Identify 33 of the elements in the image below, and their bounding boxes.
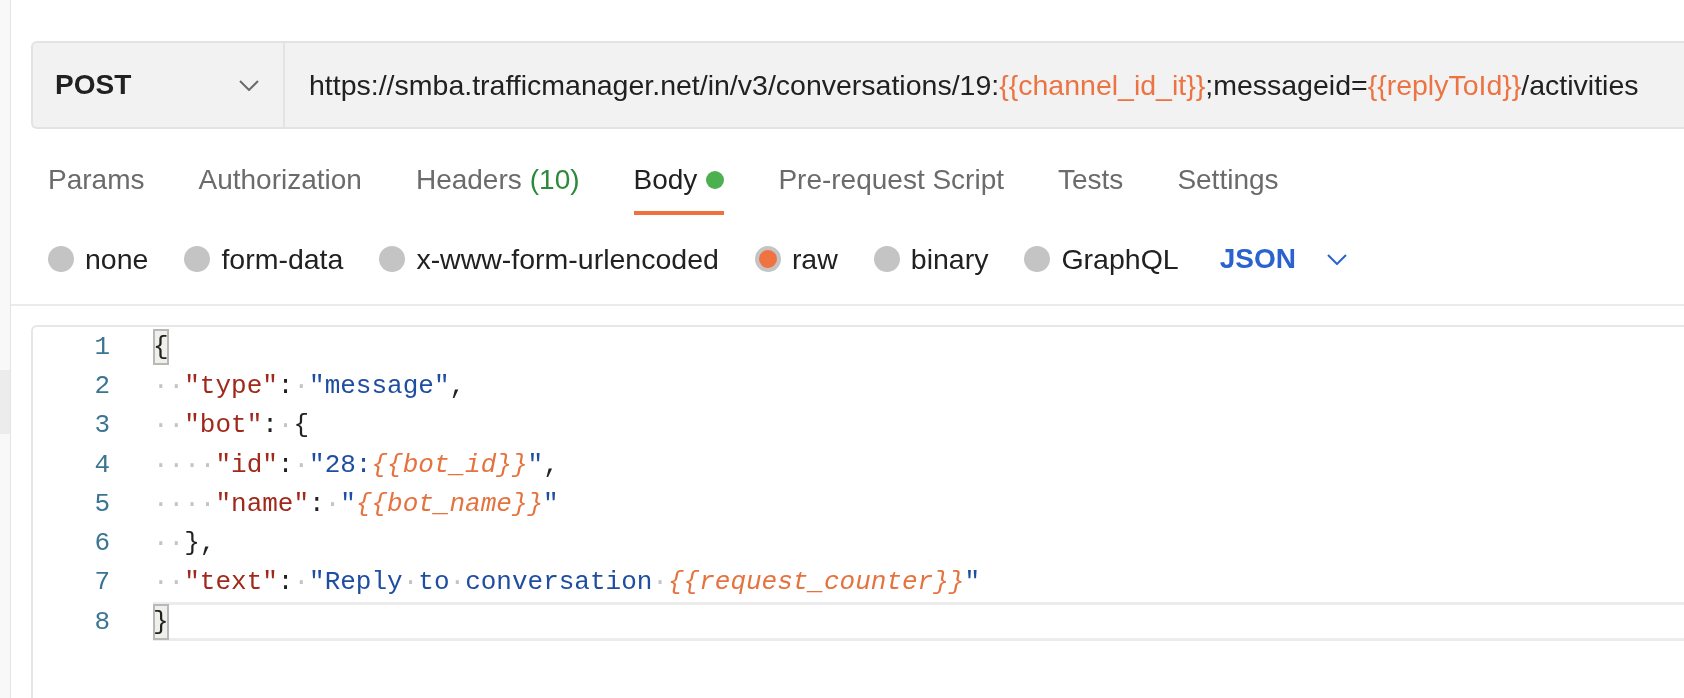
code-line: ····"name":·"{{bot_name}}"	[153, 487, 559, 521]
url-field[interactable]: https://smba.trafficmanager.net/in/v3/conversations/19:{{channel_id_it}};messageid={{replyToId}}/activities	[285, 43, 1684, 127]
tab[interactable]: Headers (10)	[415, 164, 580, 215]
line-number: 3	[94, 409, 110, 442]
chevron-down-icon	[239, 79, 259, 91]
radio-option[interactable]: form-data	[184, 243, 344, 275]
code-line: ··"type":·"message",	[153, 369, 466, 403]
code-line: ··"text":·"Reply·to·conversation·{{request_counter}}"	[153, 566, 981, 600]
code-editor[interactable]: 1 { 2 ··"type":·"message", 3 ··"bot":·{ 4 ····"id":·"28:{{bot_id}}", 5 ····"name":·"{{bot_name}}" 6 ··}, 7 ··"text":·"Reply·to·conversation·{{request_counter}}" 8 }	[31, 325, 1684, 698]
chevron-down-icon	[1326, 253, 1347, 265]
line-number: 8	[94, 605, 110, 638]
line-number: 4	[94, 448, 110, 481]
radio-option[interactable]: GraphQL	[1024, 243, 1179, 275]
radio-option[interactable]: x-www-form-urlencoded	[379, 243, 719, 275]
tab[interactable]: Body	[633, 164, 725, 215]
line-number: 1	[94, 330, 110, 363]
method-dropdown[interactable]: POST	[33, 43, 285, 127]
code-line: ··},	[153, 527, 216, 561]
line-number: 2	[94, 369, 110, 402]
line-number: 7	[94, 566, 110, 599]
tab[interactable]: Settings	[1177, 164, 1279, 215]
radio-option[interactable]: binary	[873, 243, 989, 275]
tab[interactable]: Authorization	[198, 164, 362, 215]
tab[interactable]: Pre-request Script	[778, 164, 1004, 215]
format-dropdown[interactable]: JSON	[1219, 243, 1347, 275]
line-number: 6	[94, 527, 110, 560]
tab[interactable]: Params	[48, 164, 145, 215]
line-number: 5	[94, 487, 110, 520]
radio-option[interactable]: raw	[754, 243, 838, 275]
tab[interactable]: Tests	[1058, 164, 1124, 215]
code-line: ··"bot":·{	[153, 409, 310, 443]
radio-option[interactable]: none	[48, 243, 149, 275]
code-line: ····"id":·"28:{{bot_id}}",	[153, 448, 559, 482]
